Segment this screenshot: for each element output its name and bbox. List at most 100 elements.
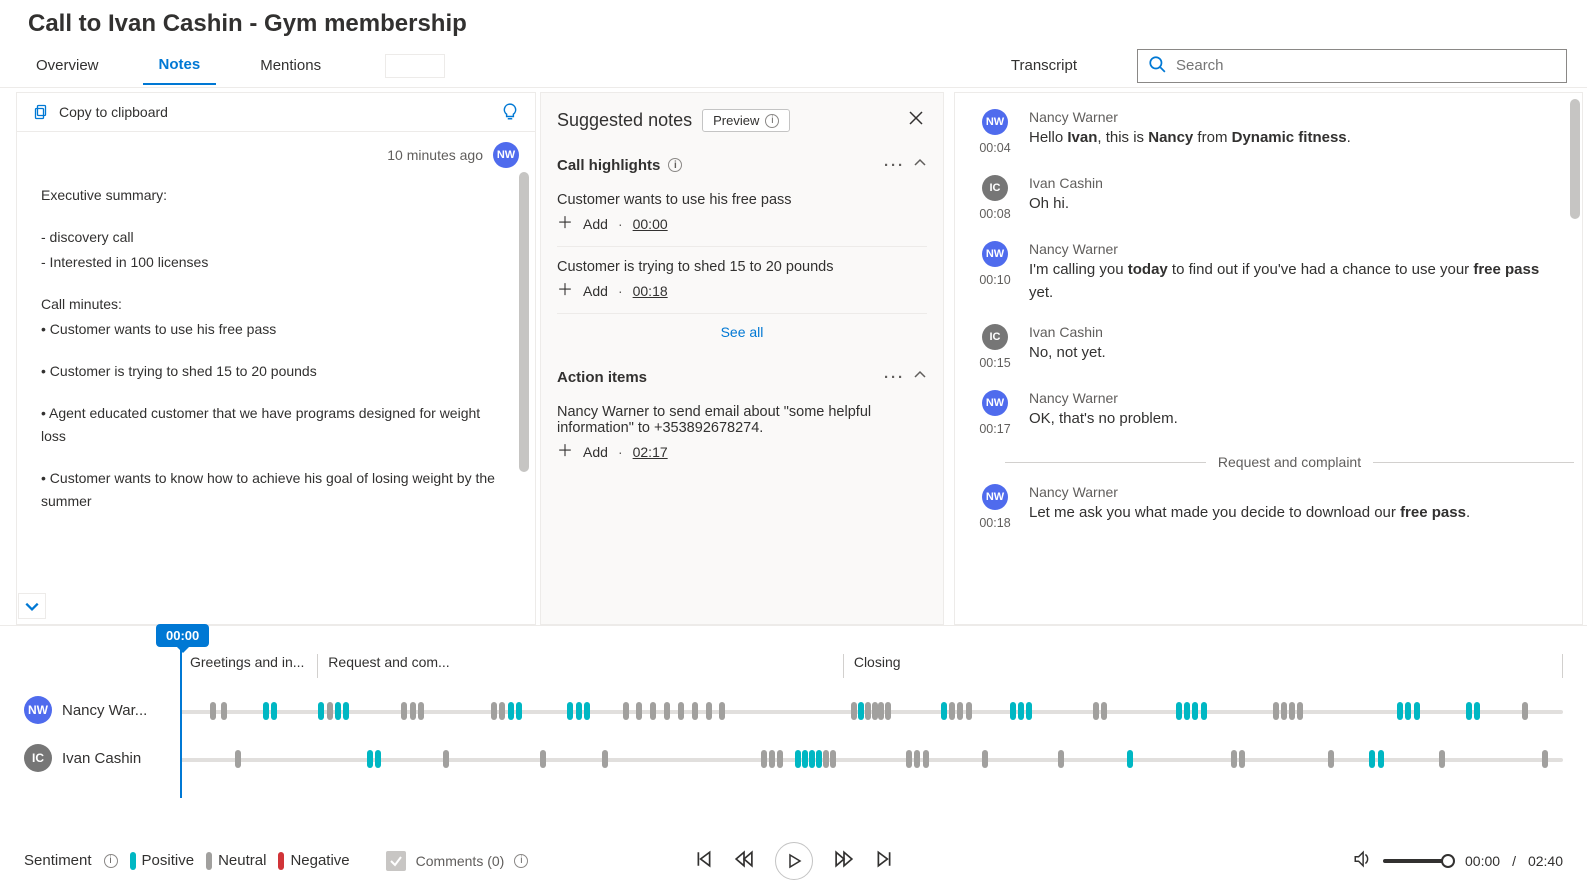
chevron-down-icon[interactable] (18, 593, 46, 619)
info-icon[interactable]: i (668, 158, 682, 172)
sentiment-tick[interactable] (343, 702, 349, 720)
skip-end-button[interactable] (875, 850, 893, 871)
more-icon[interactable]: ··· (884, 157, 905, 174)
sentiment-tick[interactable] (865, 702, 871, 720)
sentiment-tick[interactable] (719, 702, 725, 720)
sentiment-tick[interactable] (335, 702, 341, 720)
volume-slider[interactable] (1383, 859, 1453, 863)
sentiment-tick[interactable] (1281, 702, 1287, 720)
sentiment-tick[interactable] (802, 750, 808, 768)
sentiment-tick[interactable] (858, 702, 864, 720)
sentiment-tick[interactable] (1184, 702, 1190, 720)
timeline-segment[interactable]: Greetings and in... (180, 654, 318, 678)
comments-toggle[interactable]: Comments (0) i (386, 851, 529, 871)
sentiment-tick[interactable] (1058, 750, 1064, 768)
add-button[interactable]: Add (583, 216, 608, 232)
tab-overview[interactable]: Overview (20, 47, 115, 84)
sentiment-tick[interactable] (567, 702, 573, 720)
sentiment-tick[interactable] (636, 702, 642, 720)
sentiment-tick[interactable] (1466, 702, 1472, 720)
sentiment-tick[interactable] (1439, 750, 1445, 768)
sentiment-tick[interactable] (941, 702, 947, 720)
tab-notes[interactable]: Notes (143, 46, 217, 85)
search-input[interactable] (1174, 56, 1556, 75)
copy-to-clipboard-button[interactable]: Copy to clipboard (33, 103, 168, 121)
sentiment-tick[interactable] (914, 750, 920, 768)
sentiment-tick[interactable] (235, 750, 241, 768)
sentiment-tick[interactable] (1414, 702, 1420, 720)
playhead-time-badge[interactable]: 00:00 (156, 624, 209, 647)
sentiment-tick[interactable] (769, 750, 775, 768)
sentiment-tick[interactable] (443, 750, 449, 768)
sentiment-tick[interactable] (1542, 750, 1548, 768)
sentiment-tick[interactable] (1127, 750, 1133, 768)
transcript-turn[interactable]: NW 00:17 Nancy Warner OK, that's no prob… (975, 384, 1574, 450)
close-icon[interactable] (905, 107, 927, 134)
sentiment-tick[interactable] (1397, 702, 1403, 720)
lightbulb-icon[interactable] (501, 103, 519, 121)
volume-icon[interactable] (1353, 850, 1371, 871)
sentiment-tick[interactable] (221, 702, 227, 720)
sentiment-tick[interactable] (1231, 750, 1237, 768)
sentiment-tick[interactable] (982, 750, 988, 768)
sentiment-tick[interactable] (1273, 702, 1279, 720)
sentiment-tick[interactable] (678, 702, 684, 720)
sentiment-tick[interactable] (210, 702, 216, 720)
sentiment-tick[interactable] (706, 702, 712, 720)
timeline-segment[interactable]: Closing (844, 654, 1563, 678)
plus-icon[interactable]: ＋ (557, 283, 573, 299)
sentiment-tick[interactable] (1101, 702, 1107, 720)
sentiment-tick[interactable] (816, 750, 822, 768)
sentiment-tick[interactable] (1522, 702, 1528, 720)
sentiment-tick[interactable] (1192, 702, 1198, 720)
sentiment-tick[interactable] (885, 702, 891, 720)
sentiment-tick[interactable] (949, 702, 955, 720)
rewind-button[interactable] (735, 850, 753, 871)
sentiment-tick[interactable] (830, 750, 836, 768)
plus-icon[interactable]: ＋ (557, 444, 573, 460)
sentiment-tick[interactable] (418, 702, 424, 720)
timeline-segment[interactable]: Request and com... (318, 654, 844, 678)
add-button[interactable]: Add (583, 283, 608, 299)
sentiment-tick[interactable] (650, 702, 656, 720)
timestamp-link[interactable]: 02:17 (633, 444, 668, 460)
sentiment-tick[interactable] (1378, 750, 1384, 768)
tab-blank[interactable] (385, 54, 445, 78)
sentiment-tick[interactable] (966, 702, 972, 720)
tab-mentions[interactable]: Mentions (244, 47, 337, 84)
skip-start-button[interactable] (695, 850, 713, 871)
play-button[interactable] (775, 842, 813, 880)
track-line[interactable] (180, 755, 1563, 763)
sentiment-tick[interactable] (318, 702, 324, 720)
info-icon[interactable]: i (104, 854, 118, 868)
sentiment-tick[interactable] (957, 702, 963, 720)
sentiment-tick[interactable] (508, 702, 514, 720)
sentiment-tick[interactable] (584, 702, 590, 720)
transcript-turn[interactable]: IC 00:15 Ivan Cashin No, not yet. (975, 318, 1574, 384)
transcript-scrollbar[interactable] (1570, 99, 1580, 219)
chevron-up-icon[interactable] (913, 156, 927, 174)
notes-scrollbar[interactable] (519, 172, 529, 472)
sentiment-tick[interactable] (1289, 702, 1295, 720)
timestamp-link[interactable]: 00:00 (633, 216, 668, 232)
transcript-tab[interactable]: Transcript (979, 45, 1097, 86)
sentiment-tick[interactable] (761, 750, 767, 768)
sentiment-tick[interactable] (692, 702, 698, 720)
sentiment-tick[interactable] (499, 702, 505, 720)
forward-button[interactable] (835, 850, 853, 871)
sentiment-tick[interactable] (540, 750, 546, 768)
see-all-link[interactable]: See all (557, 313, 927, 354)
sentiment-tick[interactable] (263, 702, 269, 720)
transcript-turn[interactable]: NW 00:18 Nancy Warner Let me ask you wha… (975, 478, 1574, 544)
preview-badge[interactable]: Preview i (702, 109, 790, 132)
transcript-turn[interactable]: NW 00:10 Nancy Warner I'm calling you to… (975, 235, 1574, 318)
sentiment-tick[interactable] (1405, 702, 1411, 720)
sentiment-tick[interactable] (795, 750, 801, 768)
note-body[interactable]: Executive summary: - discovery call- Int… (17, 172, 535, 624)
sentiment-tick[interactable] (375, 750, 381, 768)
more-icon[interactable]: ··· (884, 369, 905, 386)
timestamp-link[interactable]: 00:18 (633, 283, 668, 299)
sentiment-tick[interactable] (623, 702, 629, 720)
sentiment-tick[interactable] (664, 702, 670, 720)
add-button[interactable]: Add (583, 444, 608, 460)
